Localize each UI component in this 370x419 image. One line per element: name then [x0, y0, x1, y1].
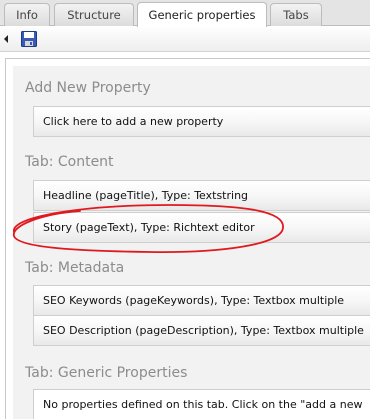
property-row-headline[interactable]: Headline (pageTitle), Type: Textstring	[33, 180, 370, 211]
property-row-seo-keywords[interactable]: SEO Keywords (pageKeywords), Type: Textb…	[33, 285, 370, 316]
tab-structure[interactable]: Structure	[54, 3, 134, 26]
tab-info[interactable]: Info	[4, 3, 50, 26]
add-property-button[interactable]: Click here to add a new property	[33, 106, 370, 137]
add-property-title: Add New Property	[25, 80, 151, 96]
property-row-seo-description[interactable]: SEO Description (pageDescription), Type:…	[33, 315, 370, 346]
tab-generic-properties[interactable]: Generic properties	[137, 2, 267, 27]
toolbar	[0, 26, 370, 52]
no-properties-note: No properties defined on this tab. Click…	[33, 389, 370, 419]
property-row-story[interactable]: Story (pageText), Type: Richtext editor	[33, 212, 370, 243]
section-title-generic-properties: Tab: Generic Properties	[25, 365, 188, 381]
triangle-left-icon[interactable]	[4, 35, 8, 43]
section-title-content: Tab: Content	[25, 154, 114, 170]
floppy-disk-icon	[21, 31, 37, 47]
tab-tabs[interactable]: Tabs	[270, 3, 322, 26]
section-title-metadata: Tab: Metadata	[25, 260, 125, 276]
tab-strip: Info Structure Generic properties Tabs	[0, 0, 370, 27]
save-button[interactable]	[21, 31, 37, 47]
